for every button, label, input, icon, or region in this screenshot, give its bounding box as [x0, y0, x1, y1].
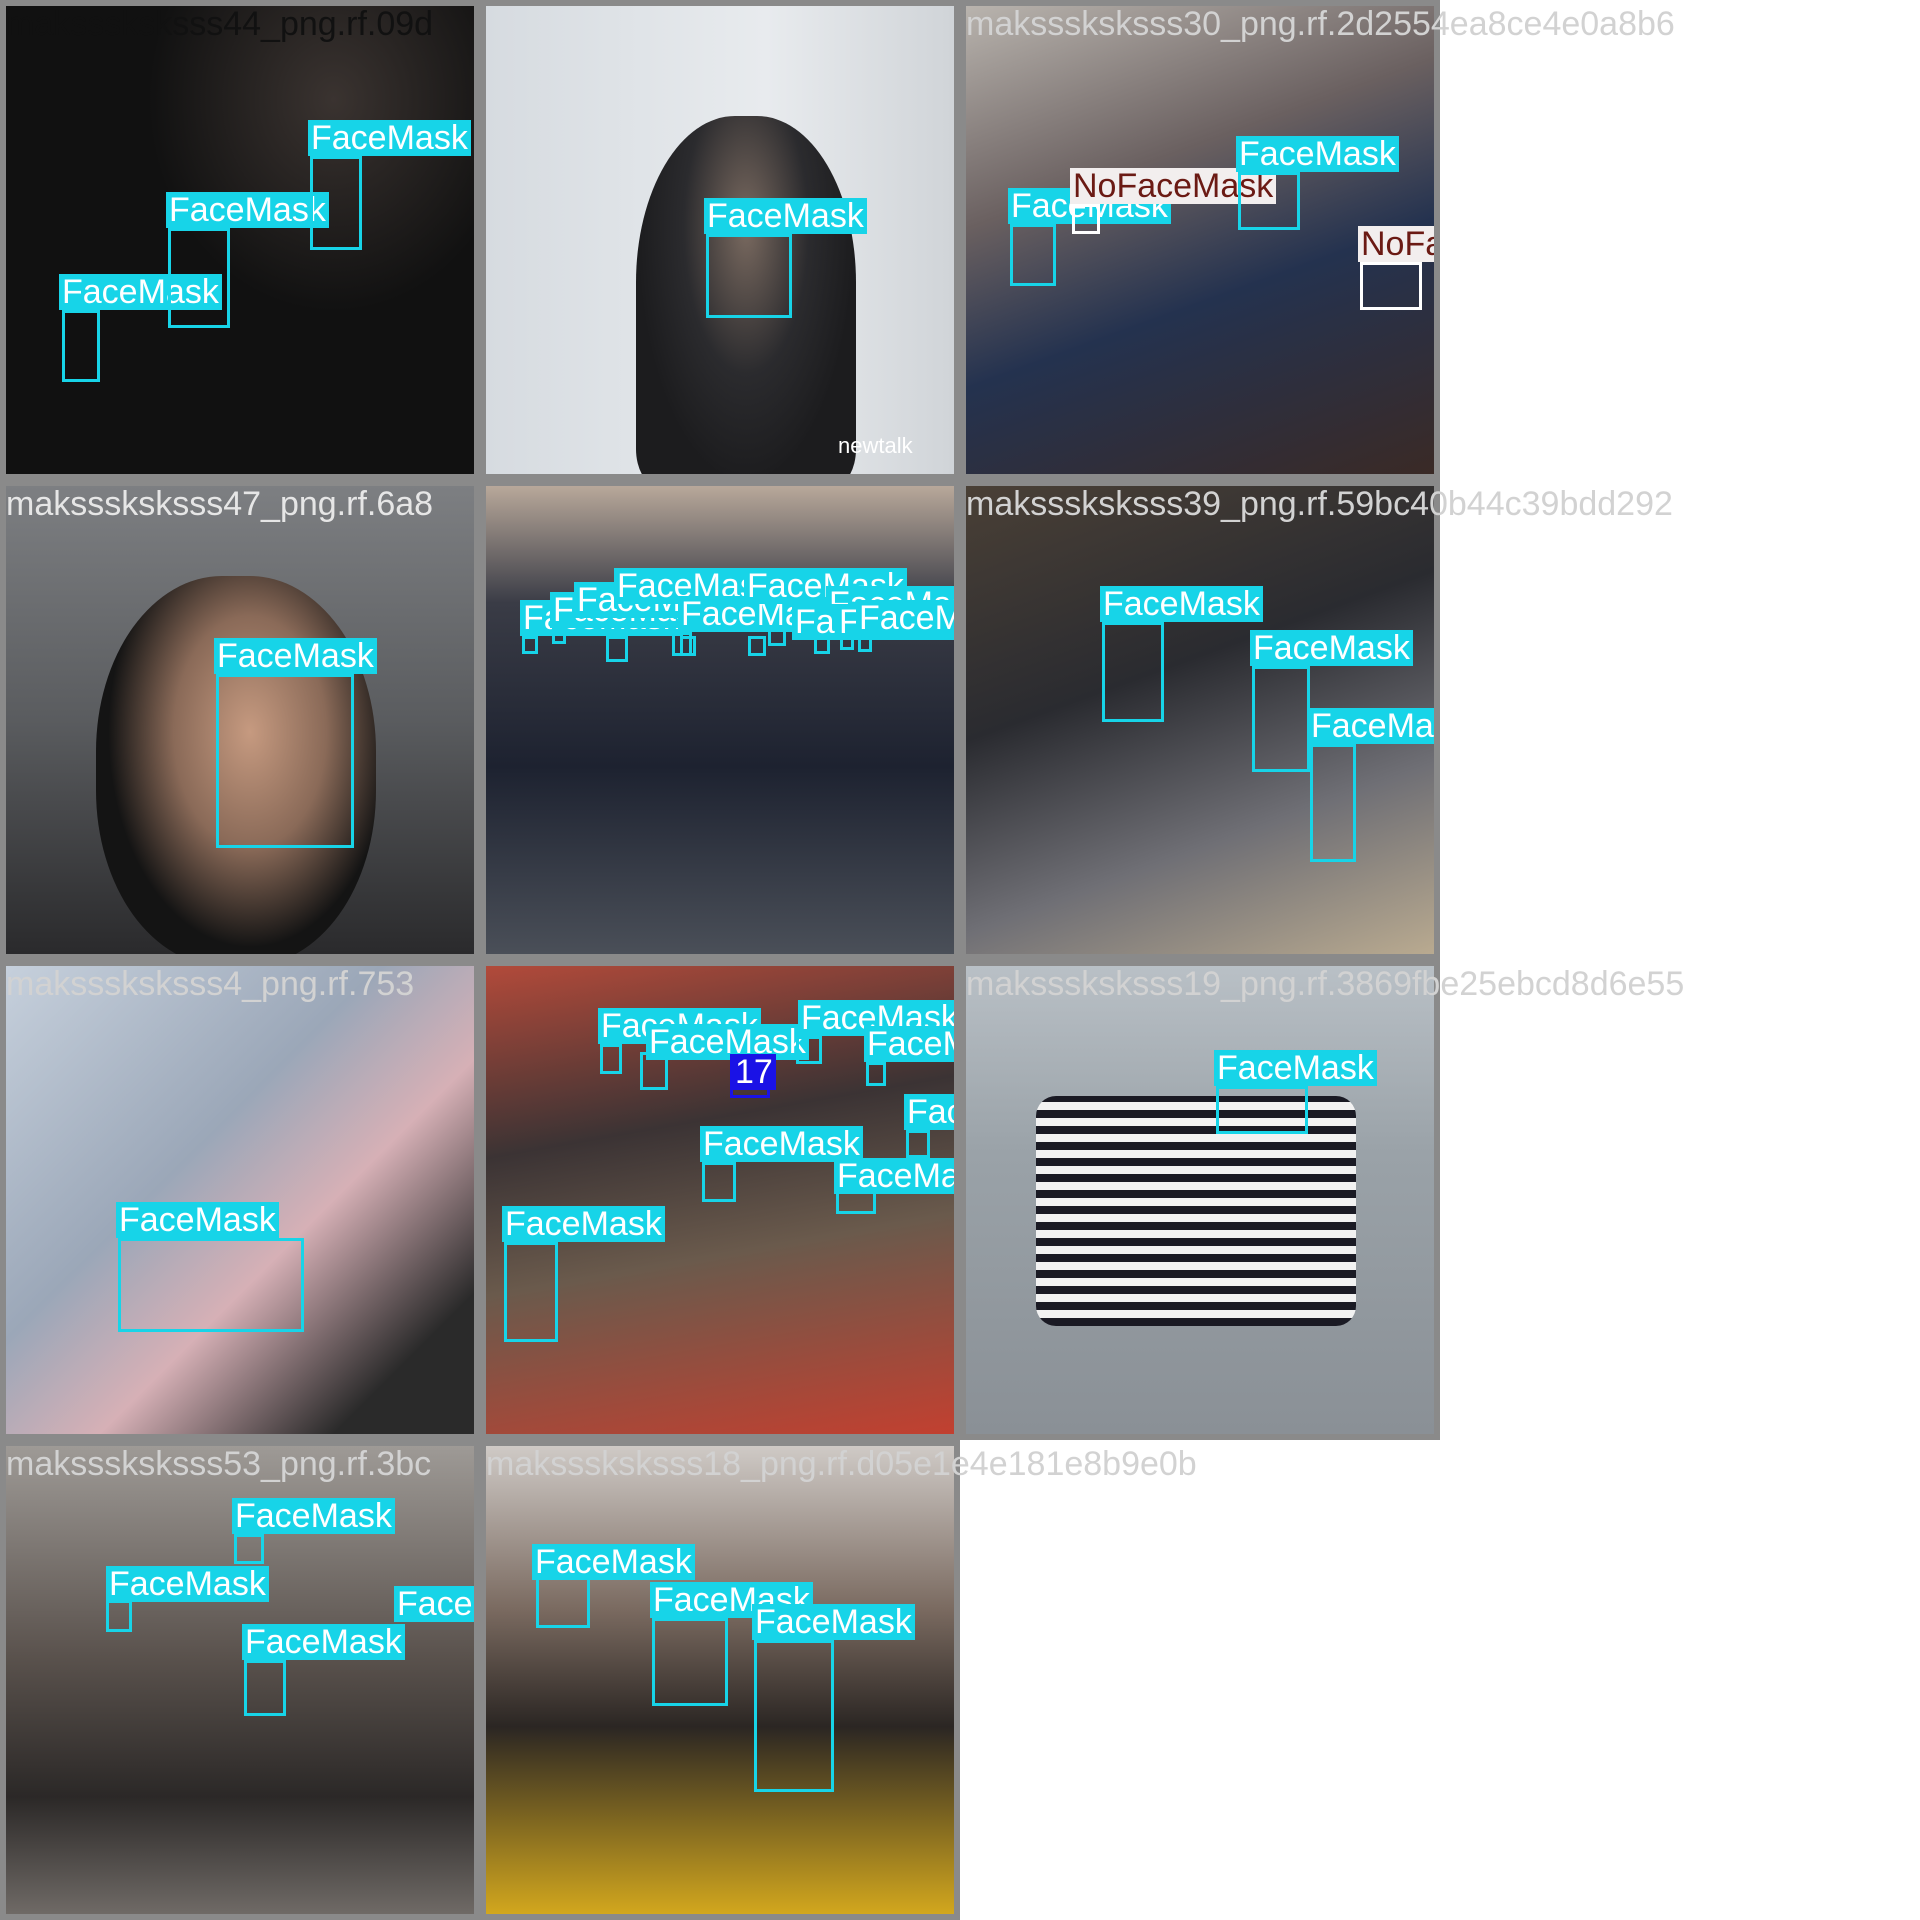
object-id-label: 17: [732, 1054, 776, 1090]
facemask-box: [310, 156, 362, 250]
tile-7-filename: maksssksksss4_png.rf.753: [6, 965, 415, 1003]
facemask-box: [118, 1238, 304, 1332]
facemask-box: [796, 1036, 822, 1064]
tile-3-filename: maksssksksss30_png.rf.2d2554ea8ce4e0a8b6: [966, 5, 1675, 43]
image-tile-2: FaceMask newtalk: [480, 0, 960, 480]
facemask-box: [748, 636, 766, 656]
facemask-box: [600, 1044, 622, 1074]
photo-crowd-street: [486, 486, 954, 954]
photo-person-bed: [6, 966, 474, 1434]
facemask-box: [244, 1660, 286, 1716]
facemask-label: FaceMask: [166, 192, 329, 228]
facemask-box: [234, 1534, 264, 1564]
facemask-label: FaceMask: [502, 1206, 665, 1242]
facemask-box: [906, 1130, 930, 1158]
facemask-box: [702, 1162, 736, 1202]
facemask-box: [652, 1618, 728, 1706]
facemask-box: [62, 310, 100, 382]
image-tile-5: FaceMask FaceMask FaceMask FaceMask Face…: [480, 480, 960, 960]
facemask-label: FaceMask: [704, 198, 867, 234]
image-tile-1: FaceMask FaceMask FaceMask: [0, 0, 480, 480]
facemask-box: [606, 636, 628, 662]
image-tile-11: FaceMask FaceMask FaceMask: [480, 1440, 960, 1920]
image-tile-8: FaceMask FaceMask FaceMask 17 FaceMask F…: [480, 960, 960, 1440]
tile-4-filename: maksssksksss47_png.rf.6a8: [6, 485, 434, 523]
image-tile-6: FaceMask FaceMask FaceMask: [960, 480, 1440, 960]
photo-crowd-night: [6, 6, 474, 474]
facemask-label: FaceMask: [116, 1202, 279, 1238]
facemask-box: [106, 1600, 132, 1632]
facemask-box: [552, 628, 566, 644]
facemask-label: FaceMask: [106, 1566, 269, 1602]
facemask-box: [706, 234, 792, 318]
image-tile-9: FaceMask: [960, 960, 1440, 1440]
image-tile-7: FaceMask: [0, 960, 480, 1440]
facemask-box: [1310, 744, 1356, 862]
facemask-label: FaceMask: [864, 1026, 954, 1062]
facemask-label: FaceMask: [856, 600, 954, 636]
tile-10-filename: maksssksksss53_png.rf.3bc: [6, 1445, 432, 1483]
facemask-box: [1216, 1086, 1308, 1134]
facemask-box: [754, 1640, 834, 1792]
facemask-box: [1010, 224, 1056, 286]
watermark-text: newtalk: [838, 433, 913, 458]
facemask-box: [1238, 172, 1300, 230]
tile-11-filename: maksssksksss18_png.rf.d05e1e4e181e8b9e0b: [486, 1445, 1197, 1483]
tile-9-filename: maksssksksss19_png.rf.3869fbe25ebcd8d6e5…: [966, 965, 1685, 1003]
image-tile-4: FaceMask: [0, 480, 480, 960]
facemask-label: FaceMask: [752, 1604, 915, 1640]
facemask-box: [216, 674, 354, 848]
facemask-label: FaceMask: [1100, 586, 1263, 622]
facemask-label: FaceMask: [308, 120, 471, 156]
facemask-box: [522, 636, 538, 654]
facemask-label: FaceMask: [532, 1544, 695, 1580]
facemask-label: FaceMask: [232, 1498, 395, 1534]
tile-6-filename: maksssksksss39_png.rf.59bc40b44c39bdd292: [966, 485, 1673, 523]
facemask-label: FaceMask: [834, 1158, 954, 1194]
facemask-box: [768, 626, 786, 646]
facemask-box: [168, 228, 230, 328]
facemask-label: FaceMask: [904, 1094, 954, 1130]
facemask-label: FaceMask: [1214, 1050, 1377, 1086]
nofacemask-label: NoFaceMask: [1358, 226, 1434, 262]
facemask-label: FaceMask: [1250, 630, 1413, 666]
facemask-label: FaceMask: [394, 1586, 474, 1622]
facemask-box: [1102, 622, 1164, 722]
facemask-label: FaceMask: [214, 638, 377, 674]
facemask-label: FaceMask: [646, 1024, 809, 1060]
tile-1-filename: maksssksksss44_png.rf.09d: [6, 5, 434, 43]
facemask-box: [536, 1574, 590, 1628]
nofacemask-box: [1360, 262, 1422, 310]
image-tile-10: FaceMask FaceMask FaceMask FaceMask: [0, 1440, 480, 1920]
facemask-box: [504, 1242, 558, 1342]
facemask-label: FaceMask: [1236, 136, 1399, 172]
striped-shirt: [1036, 1096, 1356, 1326]
facemask-box: [1252, 666, 1310, 772]
image-tile-3: FaceMask NoFaceMask FaceMask NoFaceMask: [960, 0, 1440, 480]
nofacemask-box: [1072, 204, 1100, 234]
facemask-label: FaceMask: [1308, 708, 1434, 744]
facemask-box: [680, 636, 696, 656]
facemask-box: [858, 636, 872, 652]
facemask-box: [866, 1062, 886, 1086]
facemask-label: FaceMask: [242, 1624, 405, 1660]
